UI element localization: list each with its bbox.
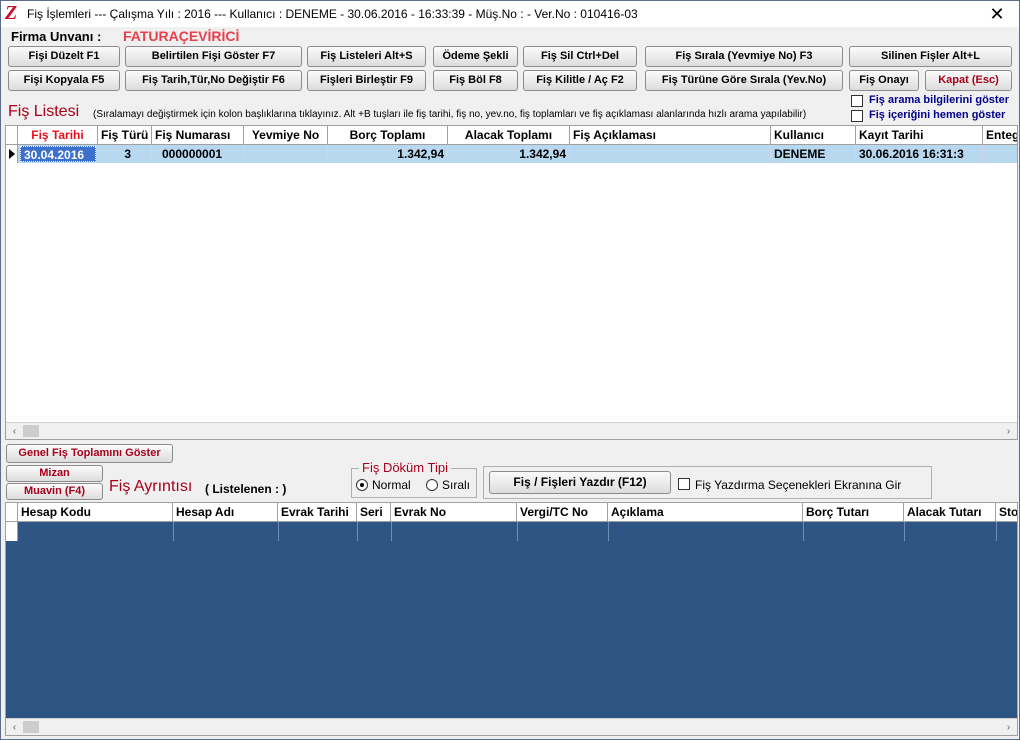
silinen-fisler-button[interactable]: Silinen Fişler Alt+L [849,46,1012,67]
print-button[interactable]: Fiş / Fişleri Yazdır (F12) [489,471,671,494]
scroll-thumb[interactable] [23,721,39,733]
cell-divider [996,522,997,541]
fis-arama-bilgileri-checkbox[interactable] [851,95,863,107]
scroll-left-icon[interactable]: ‹ [6,719,23,735]
table-row[interactable]: 30.04.2016 3 000000001 1.342,94 1.342,94… [6,145,1017,163]
fis-listeleri-button[interactable]: Fiş Listeleri Alt+S [307,46,426,67]
col-fis-turu[interactable]: Fiş Türü [98,126,152,145]
fis-sil-button[interactable]: Fiş Sil Ctrl+Del [523,46,637,67]
fis-arama-bilgileri-label: Fiş arama bilgilerini göster [869,94,1009,106]
table-row[interactable] [6,522,1017,541]
cell-fis-aciklamasi[interactable] [570,145,771,163]
fis-onayi-button[interactable]: Fiş Onayı [849,70,919,91]
fis-bol-button[interactable]: Fiş Böl F8 [433,70,518,91]
cell-divider [904,522,905,541]
row-selector [6,522,18,541]
fis-kopyala-button[interactable]: Fişi Kopyala F5 [8,70,120,91]
cell-fis-numarasi[interactable]: 000000001 [152,145,244,163]
kapat-button[interactable]: Kapat (Esc) [925,70,1012,91]
app-logo-icon: Z [5,2,18,24]
firma-value: FATURAÇEVİRİCİ [123,28,240,44]
col-evrak-no[interactable]: Evrak No [391,503,517,522]
fis-listesi-grid: Fiş Tarihi Fiş Türü Fiş Numarası Yevmiye… [5,125,1018,440]
fisleri-birlestir-button[interactable]: Fişleri Birleştir F9 [307,70,426,91]
cell-divider [357,522,358,541]
fis-icerigi-goster-label: Fiş içeriğini hemen göster [869,109,1006,121]
cell-kullanici[interactable]: DENEME [771,145,856,163]
genel-fis-toplami-button[interactable]: Genel Fiş Toplamını Göster [6,444,173,463]
fis-duzelt-button[interactable]: Fişi Düzelt F1 [8,46,120,67]
dokum-tipi-title: Fiş Döküm Tipi [359,460,451,475]
fis-kilitle-button[interactable]: Fiş Kilitle / Aç F2 [523,70,637,91]
print-options-checkbox[interactable] [678,478,690,490]
fis-detay-body [6,541,1017,718]
dokum-sirali-radio[interactable] [426,479,438,491]
cell-borc-toplami[interactable]: 1.342,94 [328,145,448,163]
col-fis-aciklamasi[interactable]: Fiş Açıklaması [570,126,771,145]
dokum-sirali-label: Sıralı [442,478,471,492]
col-seri[interactable]: Seri [357,503,391,522]
scroll-right-icon[interactable]: › [1000,719,1017,735]
fis-turune-gore-sirala-button[interactable]: Fiş Türüne Göre Sırala (Yev.No) [645,70,843,91]
cell-divider [391,522,392,541]
col-evrak-tarihi[interactable]: Evrak Tarihi [278,503,357,522]
col-kullanici[interactable]: Kullanıcı [771,126,856,145]
col-enteg[interactable]: Enteg [983,126,1017,145]
dokum-normal-radio[interactable] [356,479,368,491]
fis-ayrintisi-title: Fiş Ayrıntısı [109,478,193,495]
cell-yevmiye-no[interactable] [244,145,328,163]
app-window: Z Fiş İşlemleri --- Çalışma Yılı : 2016 … [0,0,1020,740]
fis-listesi-hint: (Sıralamayı değiştirmek için kolon başlı… [93,109,807,120]
odeme-sekli-button[interactable]: Ödeme Şekli [433,46,518,67]
col-borc-tutari[interactable]: Borç Tutarı [803,503,904,522]
firma-label: Firma Unvanı : [11,29,102,44]
fis-detay-header-row: Hesap Kodu Hesap Adı Evrak Tarihi Seri E… [6,503,1017,522]
fis-icerigi-goster-checkbox[interactable] [851,110,863,122]
col-stok[interactable]: Stok [996,503,1017,522]
close-icon[interactable]: ✕ [983,2,1011,26]
cell-divider [173,522,174,541]
col-fis-numarasi[interactable]: Fiş Numarası [152,126,244,145]
row-indicator-header [6,126,18,145]
print-options-label: Fiş Yazdırma Seçenekleri Ekranına Gir [695,478,902,492]
col-hesap-kodu[interactable]: Hesap Kodu [18,503,173,522]
window-title: Fiş İşlemleri --- Çalışma Yılı : 2016 --… [27,7,638,21]
cell-fis-turu[interactable]: 3 [98,145,152,163]
col-aciklama[interactable]: Açıklama [608,503,803,522]
cell-fis-tarihi[interactable]: 30.04.2016 [20,146,96,162]
belirtilen-fis-goster-button[interactable]: Belirtilen Fişi Göster F7 [125,46,302,67]
dokum-normal-label: Normal [372,478,411,492]
col-vergi-tc-no[interactable]: Vergi/TC No [517,503,608,522]
fis-detay-hscrollbar[interactable]: ‹ › [6,718,1017,735]
fis-sirala-button[interactable]: Fiş Sırala (Yevmiye No) F3 [645,46,843,67]
mizan-button[interactable]: Mizan [6,465,103,482]
row-pointer-icon [6,145,18,163]
scroll-thumb[interactable] [23,425,39,437]
cell-divider [608,522,609,541]
cell-divider [278,522,279,541]
fis-ayrintisi-subtitle: ( Listelenen : ) [205,482,287,496]
col-alacak-tutari[interactable]: Alacak Tutarı [904,503,996,522]
scroll-right-icon[interactable]: › [1000,423,1017,439]
muavin-button[interactable]: Muavin (F4) [6,483,103,500]
fis-listesi-header-row: Fiş Tarihi Fiş Türü Fiş Numarası Yevmiye… [6,126,1017,145]
col-hesap-adi[interactable]: Hesap Adı [173,503,278,522]
cell-divider [803,522,804,541]
cell-kayit-tarihi[interactable]: 30.06.2016 16:31:3 [856,145,983,163]
cell-divider [517,522,518,541]
fis-listesi-hscrollbar[interactable]: ‹ › [6,422,1017,439]
col-borc-toplami[interactable]: Borç Toplamı [328,126,448,145]
col-kayit-tarihi[interactable]: Kayıt Tarihi [856,126,983,145]
row-indicator-header [6,503,18,522]
col-fis-tarihi[interactable]: Fiş Tarihi [18,126,98,145]
fis-tarih-degistir-button[interactable]: Fiş Tarih,Tür,No Değiştir F6 [125,70,302,91]
col-yevmiye-no[interactable]: Yevmiye No [244,126,328,145]
cell-enteg[interactable] [983,145,1017,163]
col-alacak-toplami[interactable]: Alacak Toplamı [448,126,570,145]
title-bar: Z Fiş İşlemleri --- Çalışma Yılı : 2016 … [1,1,1019,27]
fis-detay-grid: Hesap Kodu Hesap Adı Evrak Tarihi Seri E… [5,502,1018,736]
cell-alacak-toplami[interactable]: 1.342,94 [448,145,570,163]
fis-listesi-title: Fiş Listesi [8,103,80,120]
scroll-left-icon[interactable]: ‹ [6,423,23,439]
